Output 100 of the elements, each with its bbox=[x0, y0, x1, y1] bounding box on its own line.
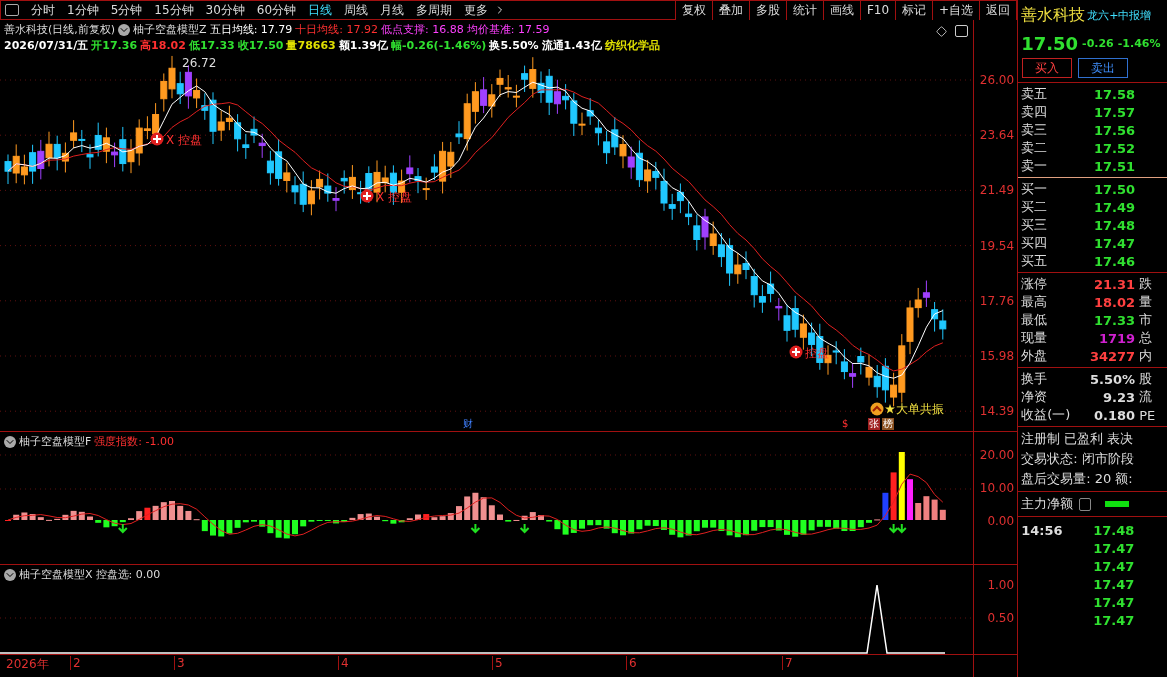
period-tab[interactable]: 多周期 bbox=[410, 1, 459, 19]
stat-label: 收益(一) bbox=[1021, 406, 1072, 424]
period-tab[interactable]: 日线 bbox=[302, 1, 339, 19]
quote-value: 幅-0.26(-1.46%) bbox=[390, 38, 487, 53]
time-axis-label: 3 bbox=[174, 656, 185, 670]
order-label: 买二 bbox=[1021, 198, 1049, 216]
event-label: 财 bbox=[462, 418, 474, 430]
stat-label: 净资 bbox=[1021, 388, 1049, 406]
toolbar-button[interactable]: 叠加 bbox=[711, 0, 749, 20]
time-axis-label: 7 bbox=[782, 656, 793, 670]
period-tab[interactable]: 1分钟 bbox=[61, 1, 105, 19]
stat-label: 最高 bbox=[1021, 293, 1049, 311]
quote-value: 2026/07/31/五 bbox=[4, 38, 89, 53]
time-axis-label: 2 bbox=[70, 656, 81, 670]
legend-value: 十日均线: 17.92 bbox=[295, 22, 379, 37]
order-price: 17.52 bbox=[1093, 140, 1136, 156]
legend-value: 均价基准: 17.59 bbox=[466, 22, 550, 37]
price-axis-label: 26.00 bbox=[979, 73, 1015, 87]
stat-label: 总 bbox=[1138, 329, 1154, 347]
toolbar-button[interactable]: 多股 bbox=[748, 0, 786, 20]
price-axis-label: 19.54 bbox=[979, 238, 1015, 253]
order-label: 买五 bbox=[1021, 252, 1049, 270]
toolbar-button[interactable]: 标记 bbox=[895, 0, 933, 20]
stat-label: 最低 bbox=[1021, 311, 1049, 329]
trade-button[interactable]: 卖出 bbox=[1078, 58, 1129, 78]
stat-value: 9.23 bbox=[1102, 389, 1136, 405]
period-tab[interactable]: 月线 bbox=[374, 1, 411, 19]
status-note: 盘后交易量: 20 额: bbox=[1020, 470, 1134, 488]
event-label: 张 bbox=[868, 418, 880, 430]
order-price: 17.58 bbox=[1093, 86, 1136, 102]
legend-value: 低点支撑: 16.88 bbox=[381, 22, 464, 37]
time-axis-label: 2026年 bbox=[5, 656, 49, 673]
period-tab[interactable]: 5分钟 bbox=[104, 1, 149, 19]
toolbar-button[interactable]: +自选 bbox=[932, 0, 980, 20]
quote-value: 流通1.43亿 bbox=[541, 38, 602, 53]
value-axis-label: 1.00 bbox=[987, 578, 1015, 592]
status-note: 交易状态: 闭市阶段 bbox=[1020, 450, 1135, 468]
tick-price: 17.47 bbox=[1093, 594, 1136, 610]
stat-value: 0.180 bbox=[1093, 407, 1136, 423]
value-axis-label: 10.00 bbox=[979, 481, 1015, 495]
time-axis-label: 5 bbox=[492, 656, 503, 670]
toolbar-button[interactable]: F10 bbox=[859, 0, 896, 20]
order-price: 17.57 bbox=[1093, 104, 1136, 120]
trade-button[interactable]: 买入 bbox=[1022, 58, 1073, 78]
period-tab[interactable]: 30分钟 bbox=[199, 1, 251, 19]
order-price: 17.48 bbox=[1093, 217, 1136, 233]
value-axis-label: 0.50 bbox=[987, 611, 1015, 625]
order-label: 买四 bbox=[1021, 234, 1049, 252]
period-tab[interactable]: 分时 bbox=[25, 1, 61, 19]
toolbar-button[interactable]: 统计 bbox=[785, 0, 823, 20]
quote-value: 量78663 bbox=[286, 38, 336, 53]
period-tab[interactable]: 15分钟 bbox=[148, 1, 200, 19]
toolbar-button[interactable]: 复权 bbox=[674, 0, 712, 20]
tick-price: 17.47 bbox=[1093, 558, 1136, 574]
stat-value: 21.31 bbox=[1093, 276, 1136, 292]
period-tab[interactable]: 周线 bbox=[338, 1, 375, 19]
stat-label: 现量 bbox=[1021, 329, 1049, 347]
stat-value: 34277 bbox=[1088, 348, 1136, 364]
indicator-name: 柚子空盘模型X bbox=[19, 567, 93, 582]
order-label: 卖四 bbox=[1021, 103, 1049, 121]
order-label: 买三 bbox=[1021, 216, 1049, 234]
event-label: $ bbox=[841, 418, 850, 430]
period-tab[interactable]: 60分钟 bbox=[250, 1, 303, 19]
stat-value: 5.50% bbox=[1089, 371, 1136, 387]
toolbar-button[interactable]: 画线 bbox=[822, 0, 860, 20]
order-label: 买一 bbox=[1021, 180, 1049, 198]
price-axis-label: 17.76 bbox=[979, 293, 1015, 308]
tick-time: 14:56 bbox=[1021, 522, 1064, 538]
price-axis-label: 21.49 bbox=[979, 183, 1015, 198]
quote-value: 额1.39亿 bbox=[338, 38, 388, 53]
stat-value: 17.33 bbox=[1093, 312, 1136, 328]
order-label: 卖五 bbox=[1021, 85, 1049, 103]
stat-label: 换手 bbox=[1021, 370, 1049, 388]
peak-price-label: 26.72 bbox=[182, 56, 217, 70]
order-label: 卖二 bbox=[1021, 139, 1049, 157]
quote-value: 开17.36 bbox=[91, 38, 138, 53]
stat-label: 市 bbox=[1138, 311, 1154, 329]
last-price: 17.50 bbox=[1021, 32, 1079, 54]
stat-label: 内 bbox=[1138, 347, 1154, 365]
toolbar-button[interactable]: 返回 bbox=[979, 0, 1017, 20]
period-tab[interactable]: 更多 bbox=[458, 1, 495, 19]
stat-value: 18.02 bbox=[1093, 294, 1136, 310]
stat-label: 股 bbox=[1138, 370, 1154, 388]
order-price: 17.51 bbox=[1093, 158, 1136, 174]
tick-price: 17.48 bbox=[1093, 522, 1136, 538]
stat-label: PE bbox=[1138, 407, 1157, 423]
price-axis-label: 14.39 bbox=[979, 404, 1015, 419]
value-axis-label: 0.00 bbox=[987, 514, 1015, 528]
order-price: 17.56 bbox=[1093, 122, 1136, 138]
price-change: -0.26 bbox=[1082, 36, 1114, 50]
order-label: 卖一 bbox=[1021, 157, 1049, 175]
price-change-percent: -1.46% bbox=[1117, 36, 1161, 50]
indicator-reading: 强度指数: -1.00 bbox=[94, 434, 174, 449]
signal-label: 大单共振 bbox=[896, 401, 944, 418]
stock-name: 善水科技 bbox=[1021, 4, 1086, 26]
legend-value: 五日均线: 17.79 bbox=[209, 22, 293, 37]
stat-label: 量 bbox=[1138, 293, 1154, 311]
quote-value: 高18.02 bbox=[140, 38, 186, 53]
stat-label: 跌 bbox=[1138, 275, 1154, 293]
stat-value: 1719 bbox=[1097, 330, 1136, 346]
